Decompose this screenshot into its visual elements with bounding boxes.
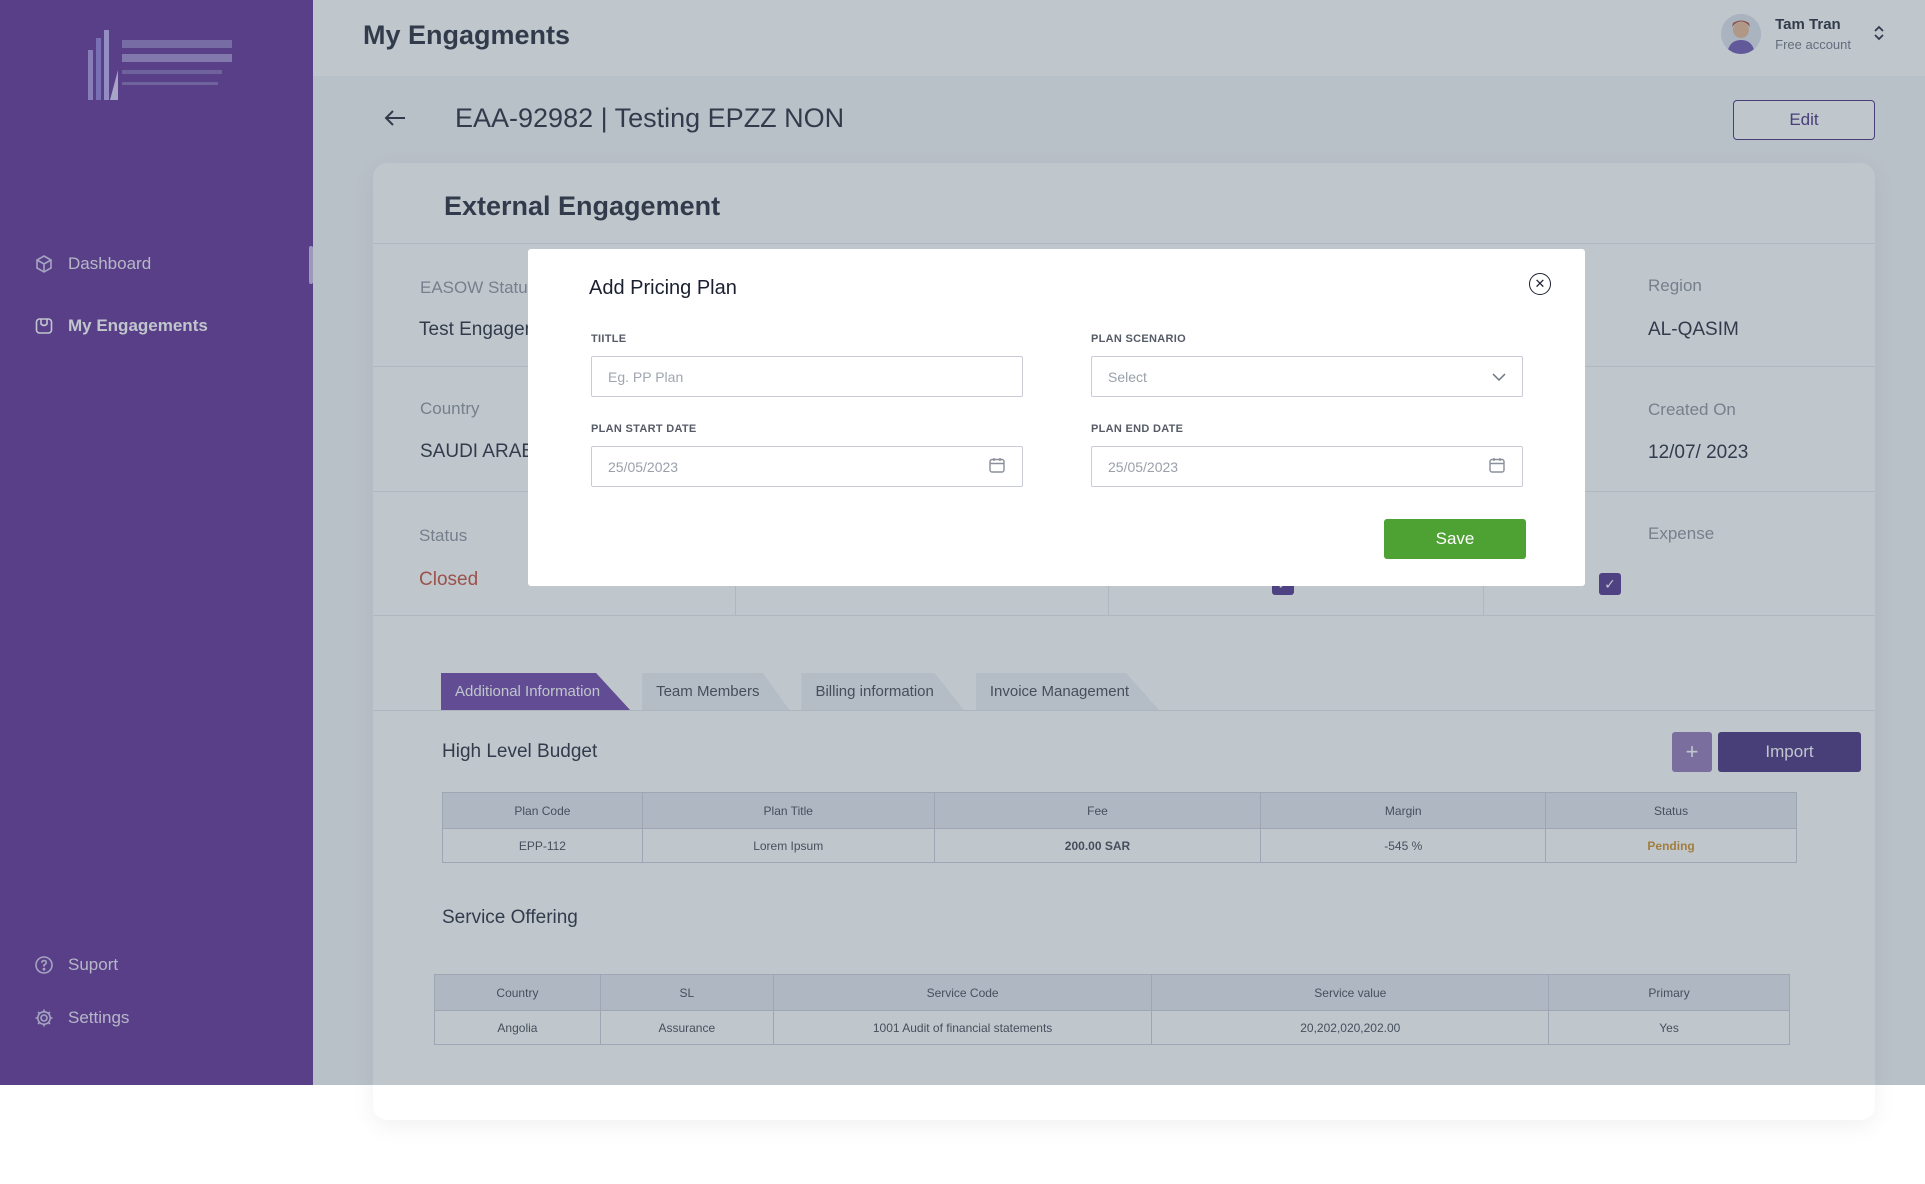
end-date-label: PLAN END DATE — [1091, 423, 1184, 435]
start-date-field[interactable]: 25/05/2023 — [591, 446, 1023, 487]
calendar-icon[interactable] — [1488, 456, 1506, 477]
title-field-label: TIITLE — [591, 333, 627, 345]
start-date-value: 25/05/2023 — [608, 458, 679, 475]
modal-title: Add Pricing Plan — [589, 277, 737, 299]
scenario-field-label: PLAN SCENARIO — [1091, 333, 1186, 345]
scenario-select[interactable]: Select — [1091, 356, 1523, 397]
add-pricing-plan-modal: Add Pricing Plan ✕ TIITLE PLAN SCENARIO … — [528, 249, 1585, 586]
close-icon[interactable]: ✕ — [1529, 273, 1551, 295]
chevron-down-icon — [1492, 369, 1506, 385]
calendar-icon[interactable] — [988, 456, 1006, 477]
scenario-select-value: Select — [1108, 368, 1147, 385]
end-date-value: 25/05/2023 — [1108, 458, 1179, 475]
end-date-field[interactable]: 25/05/2023 — [1091, 446, 1523, 487]
title-input[interactable] — [608, 368, 1006, 385]
title-field[interactable] — [591, 356, 1023, 397]
save-button[interactable]: Save — [1384, 519, 1526, 559]
app-root: Dashboard My Engagements Suport Settings… — [0, 0, 1925, 1184]
start-date-label: PLAN START DATE — [591, 423, 697, 435]
